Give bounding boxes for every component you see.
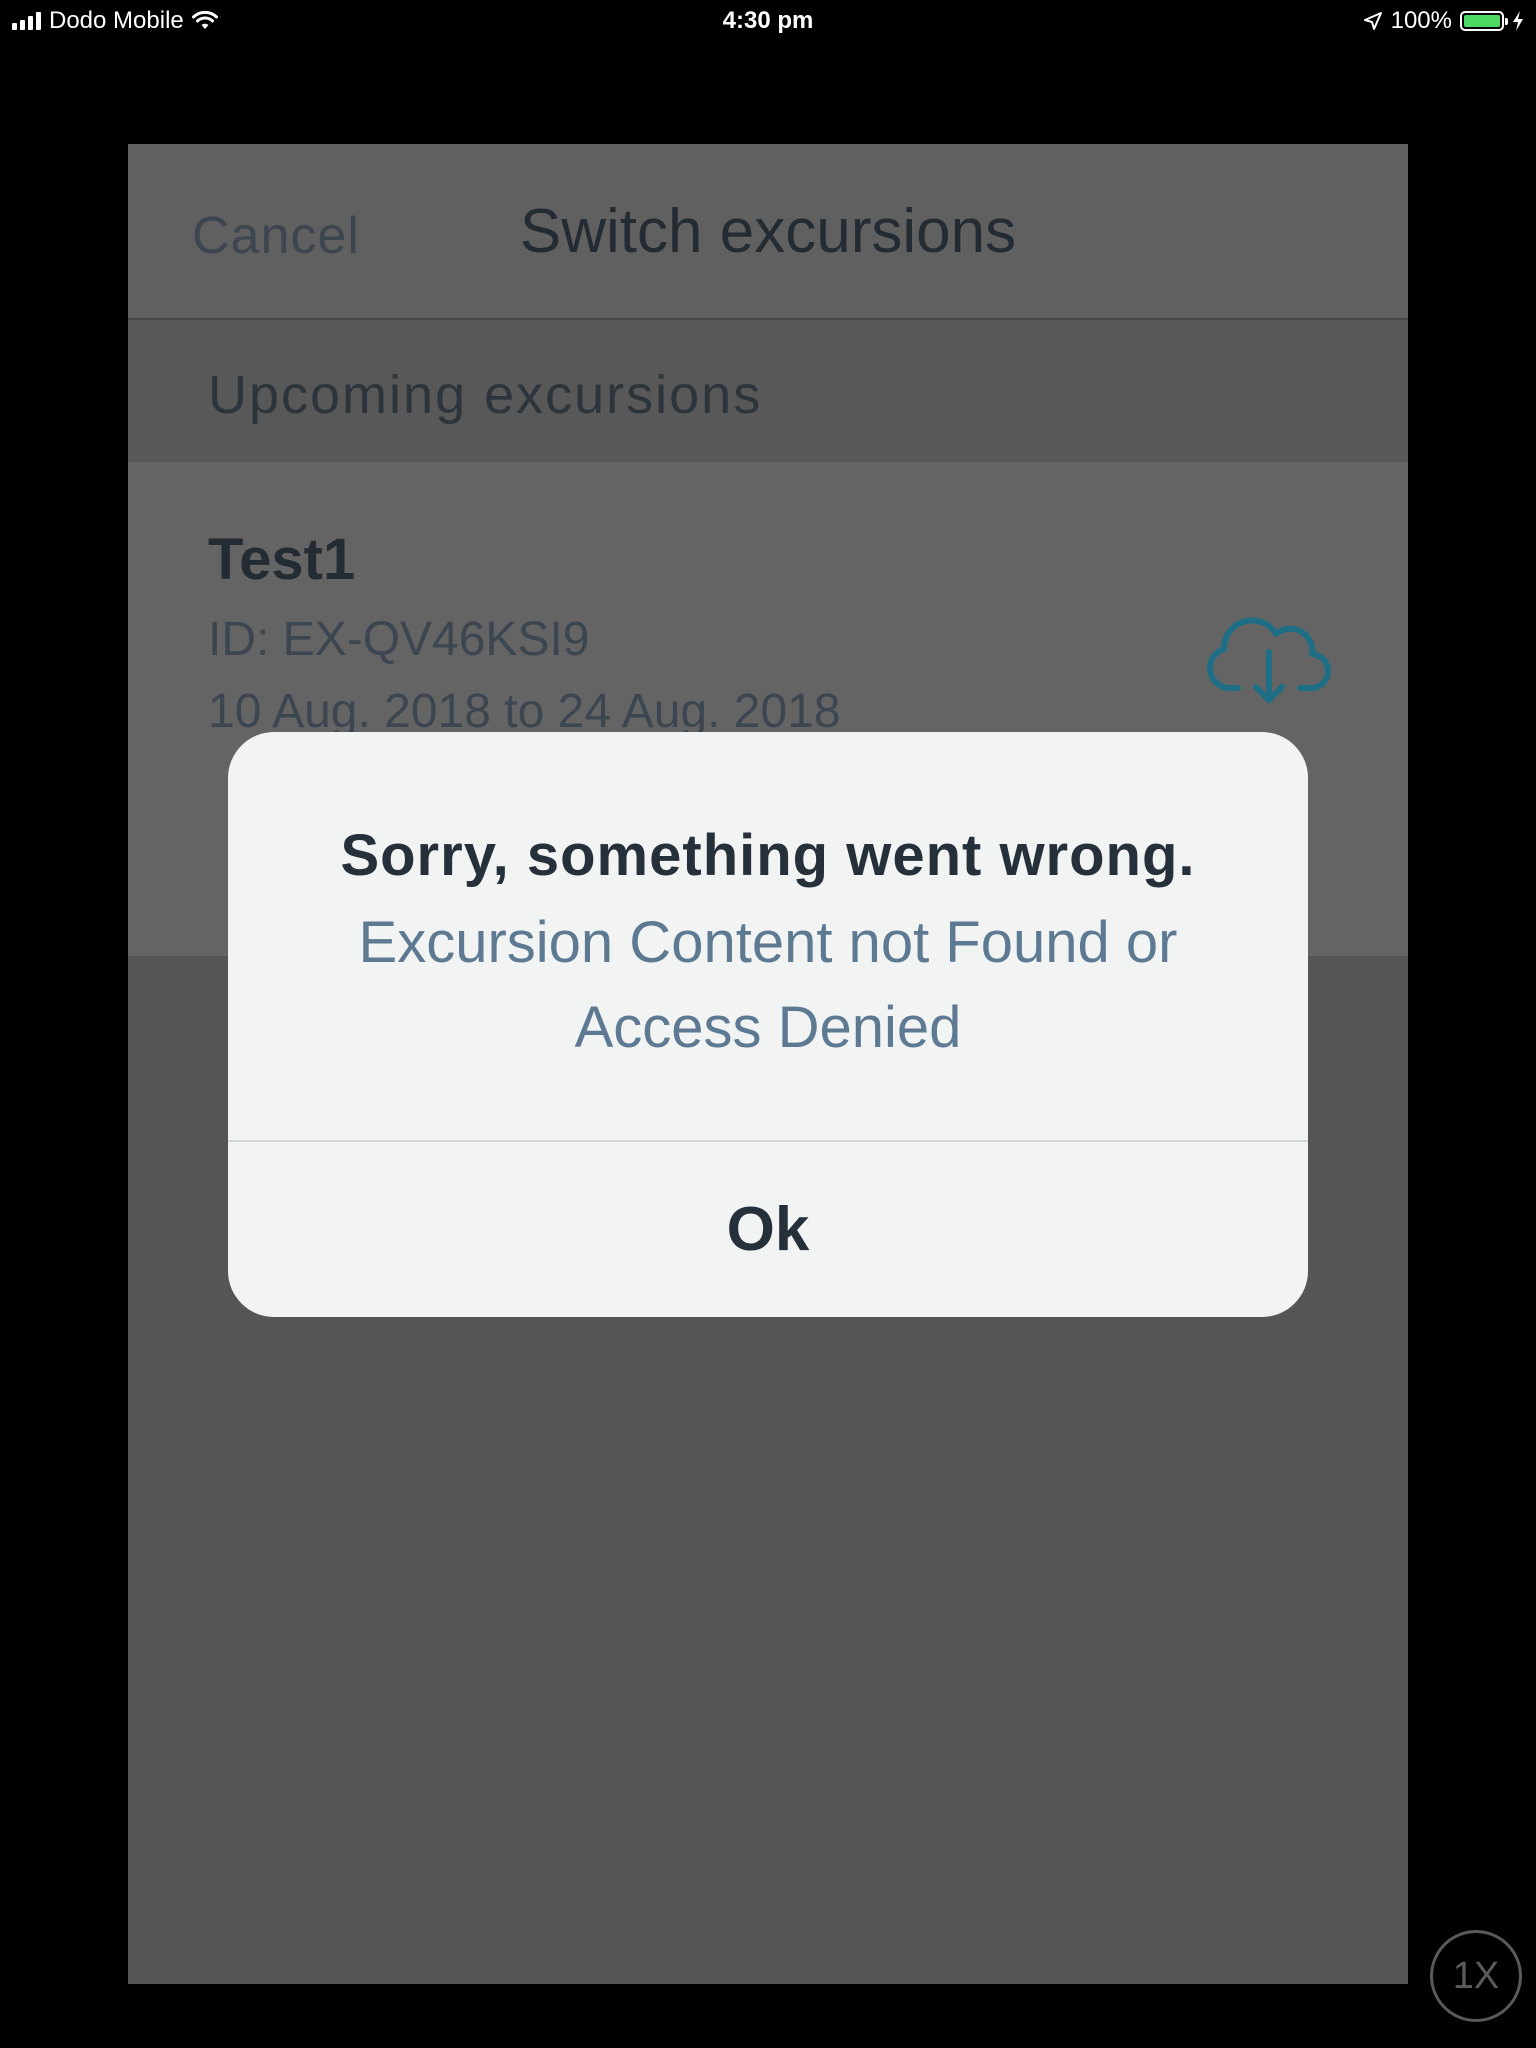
excursion-dates: 10 Aug. 2018 to 24 Aug. 2018 xyxy=(208,685,841,738)
location-arrow-icon xyxy=(1363,12,1382,30)
zoom-badge[interactable]: 1X xyxy=(1430,1930,1522,2022)
screen: Dodo Mobile 4:30 pm 100% Cancel Switch e… xyxy=(0,0,1536,2048)
battery-icon xyxy=(1460,11,1508,31)
status-bar: Dodo Mobile 4:30 pm 100% xyxy=(0,0,1536,42)
ok-button[interactable]: Ok xyxy=(228,1142,1308,1317)
section-header-label: Upcoming excursions xyxy=(208,365,763,425)
excursion-name: Test1 xyxy=(208,527,356,592)
error-alert-dialog: Sorry, something went wrong. Excursion C… xyxy=(228,732,1308,1317)
nav-bar: Cancel Switch excursions xyxy=(128,144,1408,320)
battery-level xyxy=(1464,15,1500,27)
excursion-id: ID: EX-QV46KSI9 xyxy=(208,613,590,666)
page-title: Switch excursions xyxy=(519,197,1017,266)
cloud-download-icon[interactable] xyxy=(1204,608,1334,708)
charging-bolt-icon xyxy=(1513,11,1523,31)
alert-message: Excursion Content not Found or Access De… xyxy=(358,910,1178,1060)
alert-title: Sorry, something went wrong. xyxy=(340,823,1196,888)
battery-percent: 100% xyxy=(1390,7,1452,34)
status-right: 100% xyxy=(1363,7,1524,35)
status-time: 4:30 pm xyxy=(722,7,814,34)
section-header: Upcoming excursions xyxy=(128,320,1408,462)
